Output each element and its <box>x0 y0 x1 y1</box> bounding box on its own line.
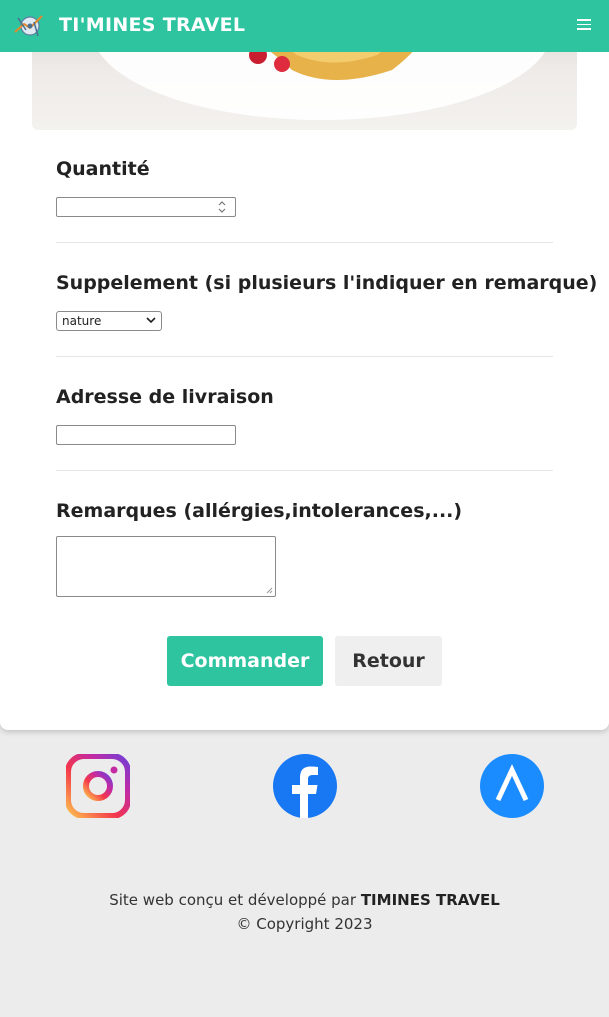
back-button[interactable]: Retour <box>335 636 442 686</box>
supplement-label: Suppelement (si plusieurs l'indiquer en … <box>56 272 598 294</box>
quantity-input[interactable] <box>56 197 236 217</box>
divider <box>56 356 553 357</box>
order-button[interactable]: Commander <box>167 636 323 686</box>
logo-icon[interactable] <box>12 10 48 42</box>
resize-grip-icon[interactable] <box>266 587 273 594</box>
address-label: Adresse de livraison <box>56 386 274 408</box>
remarks-label: Remarques (allérgies,intolerances,...) <box>56 500 463 522</box>
supplement-select[interactable]: nature <box>56 311 162 331</box>
spinner-icon[interactable] <box>215 199 229 215</box>
supplement-selected: nature <box>62 314 102 328</box>
footer-credit: Site web conçu et développé par TIMINES … <box>0 891 609 909</box>
menu-icon[interactable] <box>577 19 591 33</box>
instagram-icon[interactable] <box>66 754 130 818</box>
remarks-textarea[interactable] <box>56 536 276 597</box>
address-input[interactable] <box>56 425 236 445</box>
footer-brand: TIMINES TRAVEL <box>360 891 500 909</box>
quantity-label: Quantité <box>56 158 150 180</box>
facebook-icon[interactable] <box>273 754 337 818</box>
linktree-icon[interactable] <box>480 754 544 818</box>
divider <box>56 242 553 243</box>
copyright: © Copyright 2023 <box>236 915 373 933</box>
order-card: Quantité Suppelement (si plusieurs l'ind… <box>0 0 609 730</box>
chevron-down-icon <box>146 317 156 324</box>
footer-credit-text: Site web conçu et développé par <box>109 891 357 909</box>
divider <box>56 470 553 471</box>
navbar: TI'MINES TRAVEL <box>0 0 609 52</box>
brand-title[interactable]: TI'MINES TRAVEL <box>59 14 245 36</box>
